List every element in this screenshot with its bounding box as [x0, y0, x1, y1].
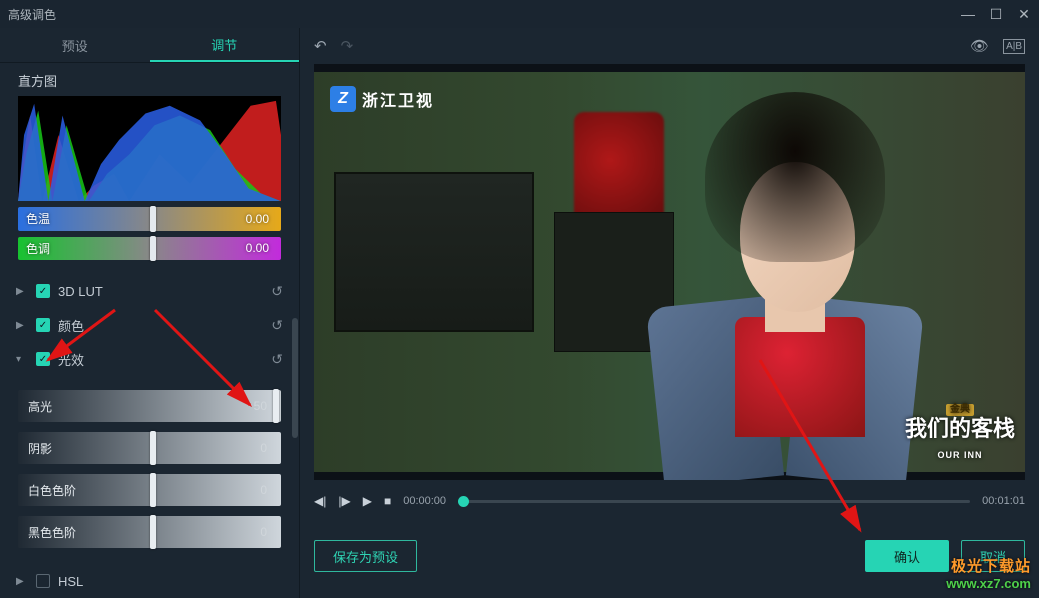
compare-icon[interactable]: A|B [1003, 39, 1025, 54]
slider-shadow-label: 阴影 [18, 440, 108, 457]
slider-temperature[interactable]: 色温 0.00 [18, 207, 281, 230]
timeline-playhead[interactable] [458, 496, 469, 507]
reset-3dlut-icon[interactable]: ↺ [271, 283, 283, 300]
playback-controls: ◀| |▶ ▶ ■ 00:00:00 00:01:01 [314, 486, 1025, 516]
checkbox-color[interactable]: ✓ [36, 318, 50, 332]
chevron-right-icon: ▶ [16, 286, 28, 297]
scene-wall-panel [334, 172, 534, 332]
checkbox-hsl[interactable] [36, 574, 50, 588]
program-badge: 金典 我们的客栈 OUR INN [905, 404, 1015, 462]
video-frame: Z 浙江卫视 金典 我们的客栈 OUR INN [314, 72, 1025, 472]
reset-light-icon[interactable]: ↺ [271, 351, 283, 368]
window-controls: — ☐ ✕ [961, 6, 1031, 23]
right-panel: ↶ ↷ 👁 A|B Z [300, 28, 1039, 598]
histogram [18, 96, 281, 201]
minimize-button[interactable]: — [961, 6, 975, 22]
tab-preset[interactable]: 预设 [0, 28, 150, 62]
prev-frame-button[interactable]: ◀| [314, 494, 326, 508]
slider-temperature-label: 色温 [18, 207, 78, 230]
slider-tint-label: 色调 [18, 237, 78, 260]
slider-black-level-value: 0 [260, 525, 267, 539]
time-current: 00:00:00 [403, 495, 446, 507]
window-title: 高级调色 [8, 6, 56, 23]
channel-logo: Z 浙江卫视 [330, 86, 434, 112]
eye-icon[interactable]: 👁 [970, 37, 989, 55]
close-button[interactable]: ✕ [1017, 6, 1031, 23]
watermark-line1: 极光下载站 [946, 558, 1031, 576]
section-color-label: 颜色 [58, 316, 84, 335]
slider-shadow[interactable]: 阴影 0 [18, 432, 281, 464]
slider-highlight-value: 50 [254, 399, 267, 413]
chevron-down-icon: ▾ [16, 354, 28, 365]
accordion: ▶ ✓ 3D LUT ↺ ▶ ✓ 颜色 ↺ ▾ ✓ 光效 ↺ 高 [0, 274, 299, 598]
channel-logo-icon: Z [330, 86, 356, 112]
slider-shadow-value: 0 [260, 441, 267, 455]
slider-tint-handle[interactable] [150, 236, 156, 261]
checkbox-3dlut[interactable]: ✓ [36, 284, 50, 298]
slider-white-level-handle[interactable] [150, 473, 156, 507]
section-hsl[interactable]: ▶ HSL [0, 564, 299, 598]
next-frame-button[interactable]: |▶ [338, 494, 350, 508]
slider-highlight-handle[interactable] [273, 389, 279, 423]
left-panel: 预设 调节 直方图 色温 0.00 色调 0.00 ▶ [0, 28, 300, 598]
slider-temperature-value: 0.00 [246, 207, 269, 230]
confirm-button[interactable]: 确认 [865, 540, 949, 572]
shirt [735, 317, 865, 437]
slider-black-level-label: 黑色色阶 [18, 524, 108, 541]
left-panel-scrollbar[interactable] [292, 318, 298, 438]
section-light-label: 光效 [58, 350, 84, 369]
watermark-line2: www.xz7.com [946, 576, 1031, 592]
slider-white-level[interactable]: 白色色阶 0 [18, 474, 281, 506]
slider-black-level-handle[interactable] [150, 515, 156, 549]
program-badge-sub: OUR INN [937, 450, 982, 460]
slider-white-level-value: 0 [260, 483, 267, 497]
save-preset-button[interactable]: 保存为预设 [314, 540, 417, 572]
program-badge-main: 我们的客栈 [905, 416, 1015, 441]
section-light[interactable]: ▾ ✓ 光效 ↺ [0, 342, 299, 376]
undo-icon[interactable]: ↶ [314, 37, 327, 55]
slider-black-level[interactable]: 黑色色阶 0 [18, 516, 281, 548]
section-3dlut-label: 3D LUT [58, 284, 103, 299]
checkbox-light[interactable]: ✓ [36, 352, 50, 366]
reset-color-icon[interactable]: ↺ [271, 317, 283, 334]
time-total: 00:01:01 [982, 495, 1025, 507]
stop-button[interactable]: ■ [384, 494, 391, 508]
redo-icon[interactable]: ↷ [341, 37, 354, 55]
main-layout: 预设 调节 直方图 色温 0.00 色调 0.00 ▶ [0, 28, 1039, 598]
slider-highlight-label: 高光 [18, 398, 108, 415]
channel-logo-text: 浙江卫视 [362, 87, 434, 111]
section-color[interactable]: ▶ ✓ 颜色 ↺ [0, 308, 299, 342]
preview-toolbar: ↶ ↷ 👁 A|B [300, 28, 1039, 64]
histogram-label: 直方图 [0, 63, 299, 94]
chevron-right-icon: ▶ [16, 320, 28, 331]
slider-highlight[interactable]: 高光 50 [18, 390, 281, 422]
section-3dlut[interactable]: ▶ ✓ 3D LUT ↺ [0, 274, 299, 308]
tab-adjust[interactable]: 调节 [150, 28, 300, 62]
slider-shadow-handle[interactable] [150, 431, 156, 465]
play-button[interactable]: ▶ [363, 494, 372, 508]
hair [705, 92, 885, 262]
bottom-buttons: 保存为预设 确认 取消 [314, 528, 1025, 584]
slider-white-level-label: 白色色阶 [18, 482, 108, 499]
video-preview[interactable]: Z 浙江卫视 金典 我们的客栈 OUR INN [314, 64, 1025, 480]
slider-tint[interactable]: 色调 0.00 [18, 237, 281, 260]
watermark: 极光下载站 www.xz7.com [946, 558, 1031, 592]
titlebar: 高级调色 — ☐ ✕ [0, 0, 1039, 28]
timeline-scrubber[interactable] [458, 500, 970, 503]
section-hsl-label: HSL [58, 574, 83, 589]
chevron-right-icon: ▶ [16, 576, 28, 587]
program-badge-small: 金典 [946, 404, 974, 416]
left-tabs: 预设 调节 [0, 28, 299, 63]
slider-tint-value: 0.00 [246, 237, 269, 260]
maximize-button[interactable]: ☐ [989, 6, 1003, 23]
light-sliders-group: 高光 50 阴影 0 白色色阶 0 黑色 [0, 376, 299, 558]
slider-temperature-handle[interactable] [150, 206, 156, 231]
